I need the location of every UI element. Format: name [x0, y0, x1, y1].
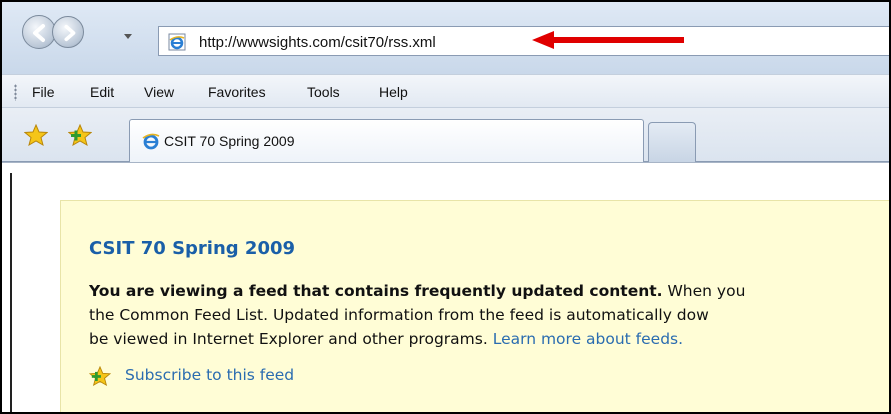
tab-label: CSIT 70 Spring 2009 [164, 133, 295, 149]
back-arrow-icon [33, 24, 45, 42]
menu-tools[interactable]: Tools [307, 84, 340, 100]
new-tab-button[interactable] [648, 122, 696, 162]
menu-favorites[interactable]: Favorites [208, 84, 266, 100]
subscribe-feed-icon [88, 365, 112, 390]
forward-button[interactable] [52, 16, 84, 48]
content-border [10, 173, 12, 412]
recent-pages-dropdown[interactable] [123, 33, 133, 44]
tab-bar: CSIT 70 Spring 2009 [2, 108, 889, 163]
chevron-down-icon [124, 34, 132, 39]
feed-intro-rest: When you [662, 282, 746, 300]
menu-file[interactable]: File [32, 84, 55, 100]
favorites-star-icon[interactable] [23, 123, 49, 151]
menu-edit[interactable]: Edit [90, 84, 114, 100]
page-content: CSIT 70 Spring 2009 You are viewing a fe… [2, 162, 889, 412]
learn-more-link[interactable]: Learn more about feeds. [493, 330, 683, 348]
feed-title: CSIT 70 Spring 2009 [89, 238, 296, 259]
ie-page-icon [142, 132, 160, 155]
toolbar-grip[interactable] [14, 84, 17, 101]
feed-desc-line-1: You are viewing a feed that contains fre… [89, 279, 889, 303]
annotation-arrow [532, 31, 684, 49]
feed-intro-bold: You are viewing a feed that contains fre… [89, 282, 663, 300]
browser-window: File Edit View Favorites Tools Help [0, 0, 891, 414]
back-button[interactable] [22, 15, 56, 49]
feed-description: You are viewing a feed that contains fre… [89, 279, 889, 351]
ie-page-icon [168, 33, 186, 56]
feed-panel: CSIT 70 Spring 2009 You are viewing a fe… [60, 200, 889, 412]
subscribe-label[interactable]: Subscribe to this feed [125, 366, 294, 384]
add-to-favorites-icon[interactable] [67, 123, 93, 151]
menu-bar: File Edit View Favorites Tools Help [2, 74, 889, 108]
url-input[interactable] [199, 34, 799, 51]
feed-desc-line-3: be viewed in Internet Explorer and other… [89, 327, 889, 351]
address-toolbar [2, 2, 889, 74]
tab-csit70[interactable]: CSIT 70 Spring 2009 [129, 119, 644, 163]
feed-line3-prefix: be viewed in Internet Explorer and other… [89, 330, 493, 348]
address-bar[interactable] [158, 26, 889, 56]
menu-help[interactable]: Help [379, 84, 408, 100]
menu-view[interactable]: View [144, 84, 174, 100]
feed-desc-line-2: the Common Feed List. Updated informatio… [89, 306, 709, 324]
forward-arrow-icon [64, 24, 76, 42]
